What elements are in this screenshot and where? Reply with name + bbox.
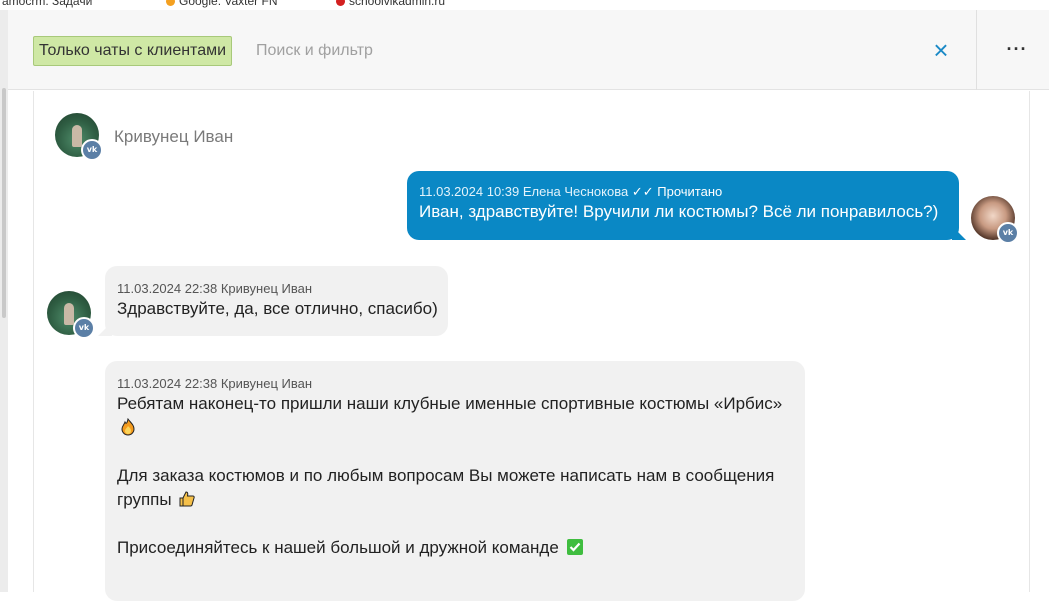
filter-chip-clients-only[interactable]: Только чаты с клиентами [33,36,233,66]
thumbs-up-emoji-icon [179,491,196,507]
header-divider [976,10,977,90]
bookmark-label: Google: Vaxter FN [179,0,278,8]
vk-icon: vk [997,222,1019,244]
message-incoming[interactable]: 11.03.2024 22:38 Кривунец Иван Ребятам н… [105,361,805,601]
close-icon[interactable]: × [928,37,954,64]
check-mark-emoji-icon [566,539,583,555]
bookmark-google[interactable]: Google: Vaxter FN [166,0,277,8]
bookmark-amocrm[interactable]: amocrm: Задачи [2,0,92,8]
message-paragraph: Для заказа костюмов и по любым вопросам … [117,464,795,512]
bookmark-label: amocrm: Задачи [2,0,93,8]
message-meta: 11.03.2024 22:38 Кривунец Иван [117,281,313,296]
message-paragraph: Присоединяйтесь к нашей большой и дружно… [117,536,795,560]
more-options-icon[interactable]: ··· [1004,38,1030,64]
message-meta: 11.03.2024 22:38 Кривунец Иван [117,376,313,391]
paragraph-text: Для заказа костюмов и по любым вопросам … [117,466,780,509]
avatar-client[interactable]: vk [55,113,103,161]
fire-icon [166,0,175,7]
paragraph-text: Присоединяйтесь к нашей большой и дружно… [117,538,559,557]
message-paragraph: Ребятам наконец-то пришли наши клубные и… [117,392,795,440]
contact-name: Кривунец Иван [114,127,234,146]
message-outgoing[interactable]: 11.03.2024 10:39 Елена Чеснокова ✓✓ Проч… [407,171,966,240]
message-meta: 11.03.2024 10:39 Елена Чеснокова ✓✓ Проч… [419,184,949,200]
message-text: Иван, здравствуйте! Вручили ли костюмы? … [419,202,939,221]
avatar-client[interactable]: vk [47,291,95,339]
paragraph-text: Ребятам наконец-то пришли наши клубные и… [117,394,783,413]
vk-icon: vk [73,317,95,339]
message-text: Здравствуйте, да, все отлично, спасибо) [117,299,438,318]
vk-icon: vk [81,139,103,161]
fire-emoji-icon [121,418,135,436]
bookmarks-bar: amocrm: Задачи Google: Vaxter FN schoolv… [0,0,1049,10]
bookmark-label: schoolvikadmin.ru [349,0,446,8]
read-status: ✓✓ Прочитано [631,184,723,199]
message-incoming[interactable]: 11.03.2024 22:38 Кривунец Иван Здравству… [98,266,448,336]
message-meta-text: 11.03.2024 10:39 Елена Чеснокова [419,184,629,199]
bookmark-school[interactable]: schoolvikadmin.ru [336,0,445,8]
left-scrollbar-thumb[interactable] [2,88,6,318]
avatar-agent[interactable]: vk [971,196,1019,244]
site-icon [336,0,345,7]
search-input[interactable] [252,36,920,66]
